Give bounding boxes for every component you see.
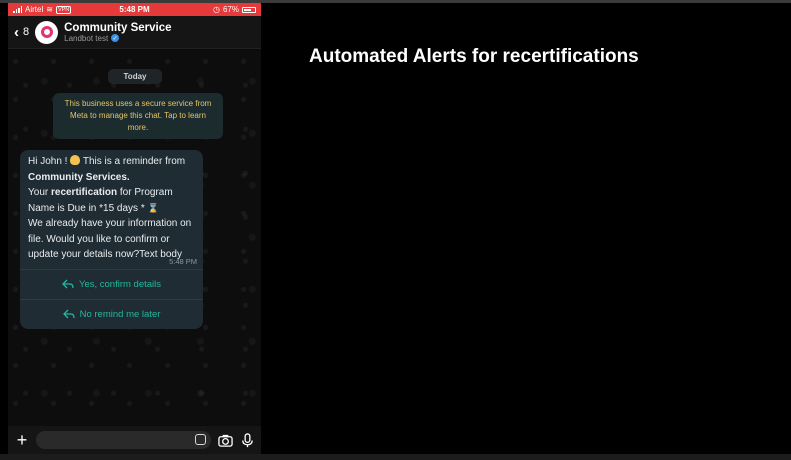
sticker-icon[interactable] — [195, 434, 206, 445]
back-button[interactable]: ‹ 8 — [14, 25, 29, 40]
message-bubble[interactable]: Hi John ! This is a reminder from Commun… — [20, 150, 203, 329]
reply-icon — [62, 309, 75, 319]
bottom-border — [0, 454, 791, 460]
phone-screen: Airtel ≋ VPN 5:48 PM ◷ 67% ‹ 8 Community… — [8, 3, 261, 454]
quick-reply-label: Yes, confirm details — [78, 278, 162, 290]
message-text: Hi John ! This is a reminder from Commun… — [28, 155, 192, 260]
unread-count: 8 — [23, 26, 30, 38]
waving-hand-icon — [70, 155, 81, 165]
avatar[interactable] — [35, 20, 59, 44]
status-bar: Airtel ≋ VPN 5:48 PM ◷ 67% — [8, 3, 261, 16]
contact-subtitle: Landbot test — [64, 33, 109, 43]
chevron-left-icon: ‹ — [14, 23, 19, 41]
quick-reply-confirm[interactable]: Yes, confirm details — [20, 268, 203, 299]
battery-icon — [242, 6, 256, 13]
slide-heading: Automated Alerts for recertifications — [309, 46, 639, 67]
input-bar: + — [8, 426, 261, 454]
chat-header: ‹ 8 Community Service Landbot test ✓ — [8, 16, 261, 49]
contact-name: Community Service — [64, 21, 172, 34]
quick-reply-label: No remind me later — [79, 308, 161, 320]
verified-badge-icon: ✓ — [111, 34, 120, 42]
contact-info[interactable]: Community Service Landbot test ✓ — [64, 22, 171, 43]
reply-icon — [62, 279, 74, 289]
plus-icon[interactable]: + — [14, 431, 30, 449]
microphone-icon[interactable] — [239, 432, 255, 448]
date-separator: Today — [108, 69, 162, 84]
camera-icon[interactable] — [217, 432, 233, 448]
logo-icon — [40, 26, 53, 38]
hourglass-icon: ⌛ — [147, 202, 159, 213]
clock: 5:48 PM — [119, 5, 150, 14]
quick-reply-remind-later[interactable]: No remind me later — [20, 298, 203, 329]
message-input[interactable] — [36, 431, 211, 449]
chat-area[interactable]: Today This business uses a secure servic… — [8, 50, 261, 426]
system-notice[interactable]: This business uses a secure service from… — [53, 93, 223, 139]
